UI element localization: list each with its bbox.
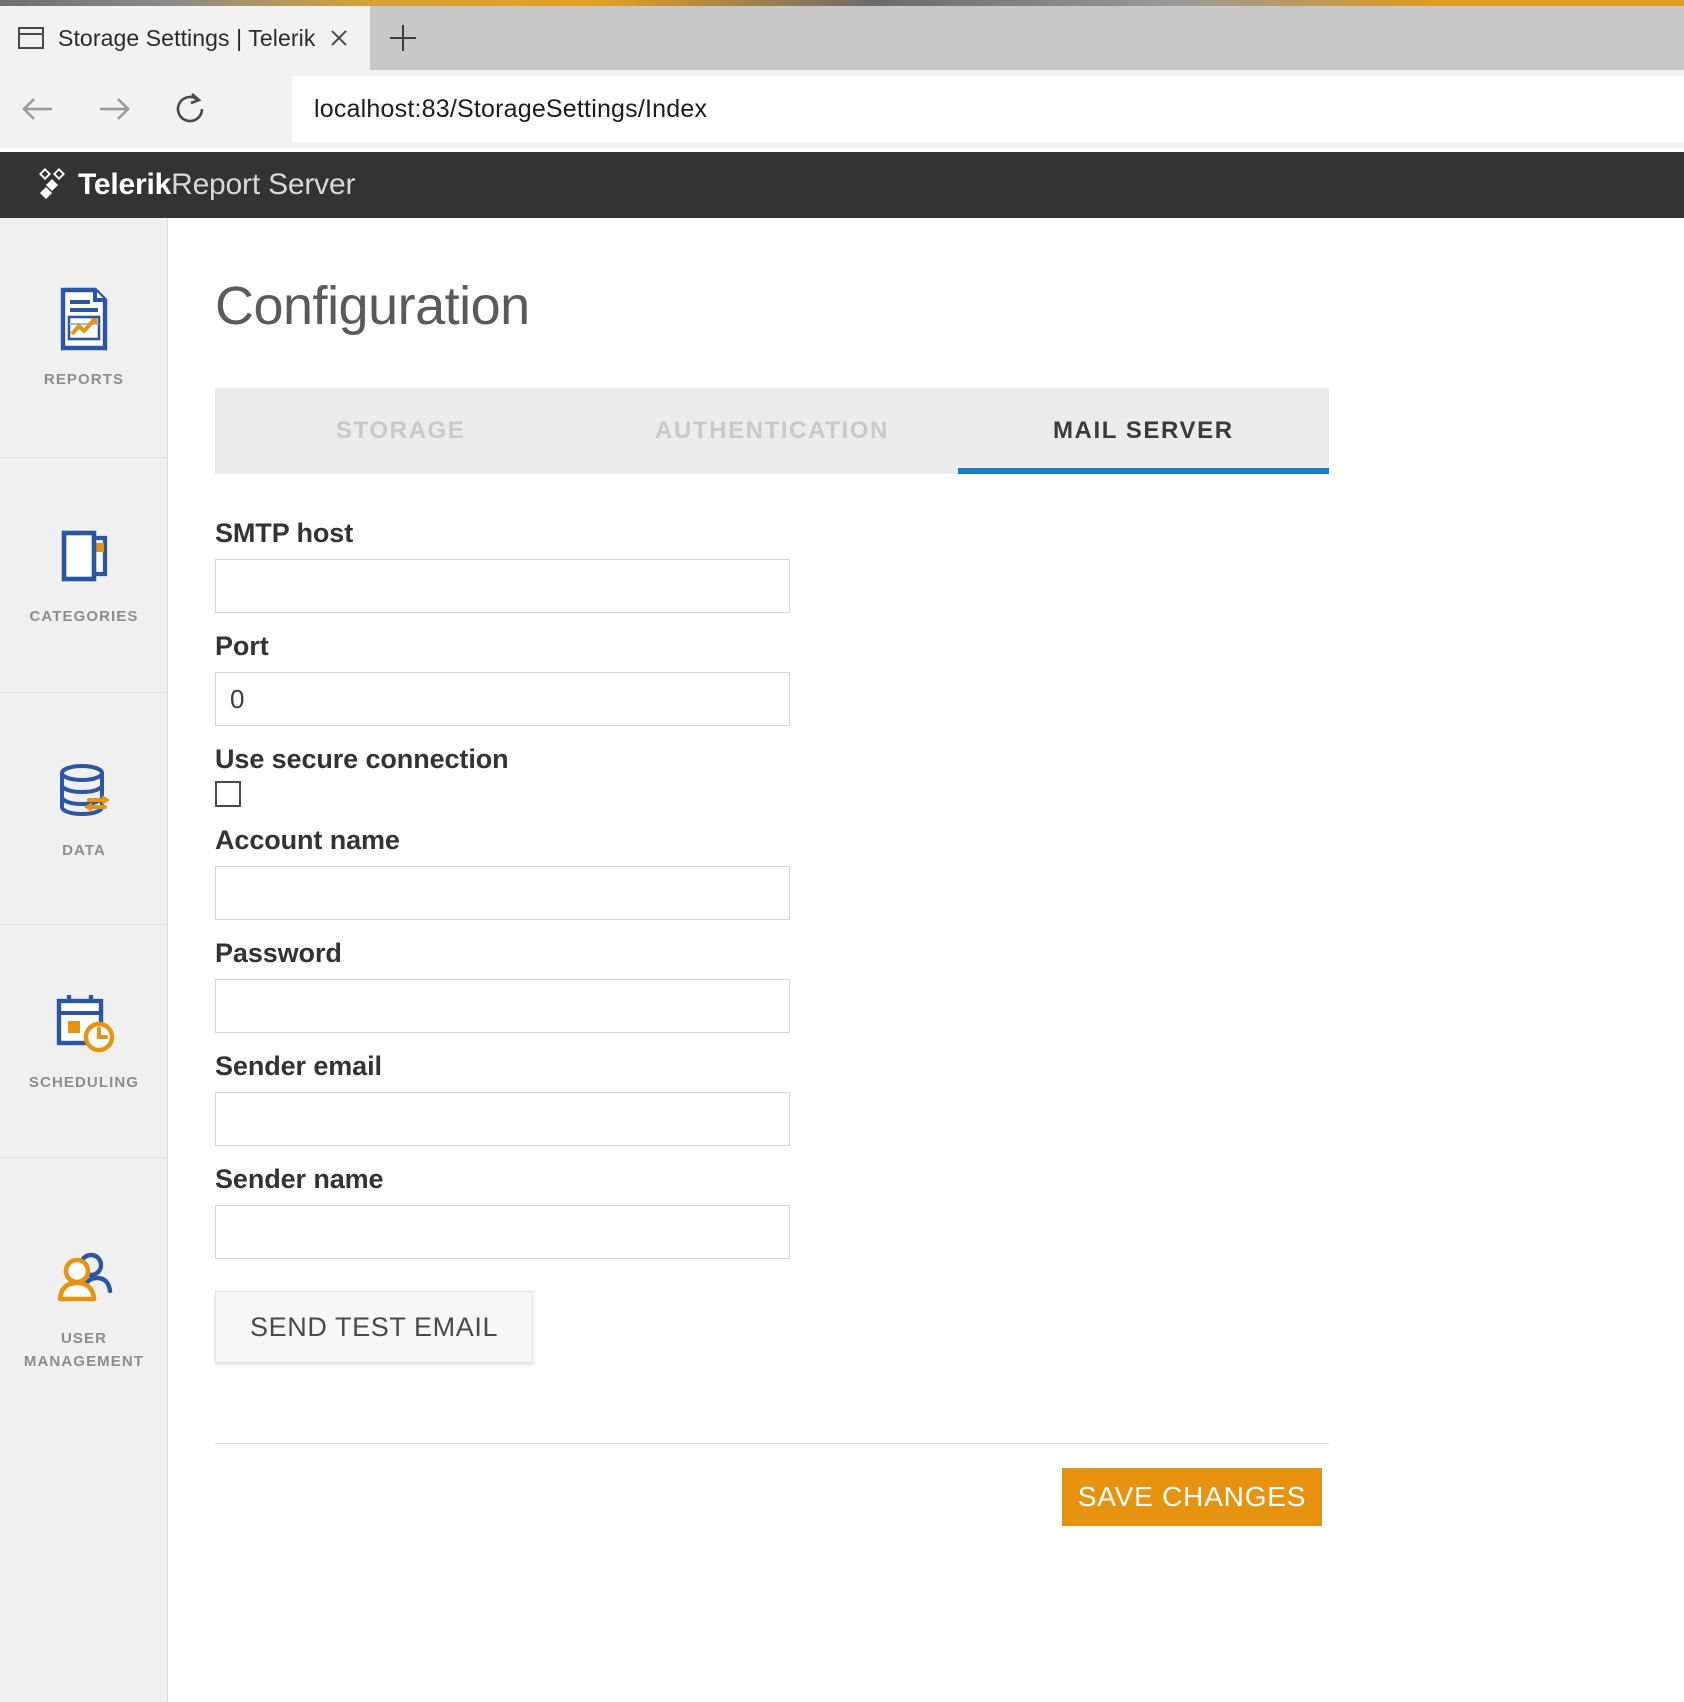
sidebar: REPORTS CATEGORIES DATA SCHEDULING USER …	[0, 218, 168, 1702]
password-input[interactable]	[215, 979, 790, 1033]
tab-mail-server[interactable]: MAIL SERVER	[957, 388, 1330, 474]
browser-tab-title: Storage Settings | Telerik	[58, 24, 316, 51]
sidebar-item-label: REPORTS	[43, 370, 125, 388]
telerik-logo-icon	[30, 166, 68, 204]
users-icon	[49, 1243, 119, 1313]
smtp-host-label: SMTP host	[215, 518, 354, 548]
sidebar-item-reports[interactable]: REPORTS	[0, 218, 168, 458]
browser-tab[interactable]: Storage Settings | Telerik	[0, 6, 370, 70]
sidebar-item-scheduling[interactable]: SCHEDULING	[0, 925, 168, 1158]
port-label: Port	[215, 631, 269, 661]
sender-email-label: Sender email	[215, 1051, 382, 1081]
configuration-tabs: STORAGE AUTHENTICATION MAIL SERVER	[215, 388, 1330, 474]
app-header: TelerikReport Server	[0, 152, 1684, 218]
form-divider	[215, 1443, 1329, 1444]
tab-label: AUTHENTICATION	[655, 417, 889, 444]
main-content: Configuration STORAGE AUTHENTICATION MAI…	[169, 218, 1684, 1702]
tab-authentication[interactable]: AUTHENTICATION	[586, 388, 957, 474]
account-name-label: Account name	[215, 825, 400, 855]
app-brand: TelerikReport Server	[78, 168, 355, 202]
tab-storage[interactable]: STORAGE	[215, 388, 586, 474]
sidebar-item-data[interactable]: DATA	[0, 693, 168, 925]
sidebar-item-label: USER MANAGEMENT	[23, 1329, 145, 1370]
database-sync-icon	[49, 755, 119, 825]
back-arrow-icon[interactable]	[0, 70, 76, 148]
browser-window: Storage Settings | Telerik localhost:83/…	[0, 0, 1684, 1702]
sidebar-item-user-management[interactable]: USER MANAGEMENT	[0, 1158, 168, 1458]
send-test-email-button[interactable]: SEND TEST EMAIL	[215, 1291, 534, 1363]
sidebar-item-categories[interactable]: CATEGORIES	[0, 458, 168, 693]
page-title: Configuration	[215, 276, 530, 336]
report-document-icon	[49, 284, 119, 354]
mail-server-form: SMTP host Port Use secure connection Acc…	[215, 518, 1329, 1363]
tab-label: STORAGE	[335, 417, 466, 444]
address-bar[interactable]: localhost:83/StorageSettings/Index	[292, 76, 1684, 142]
brand-light-text: Report Server	[171, 168, 356, 201]
tab-label: MAIL SERVER	[1052, 417, 1234, 444]
sidebar-item-label: SCHEDULING	[28, 1074, 140, 1092]
new-tab-button[interactable]	[372, 6, 434, 70]
close-icon[interactable]	[322, 21, 356, 55]
reload-icon[interactable]	[152, 70, 228, 148]
forward-arrow-icon[interactable]	[76, 70, 152, 148]
account-name-input[interactable]	[215, 866, 790, 920]
window-icon	[18, 26, 44, 50]
calendar-clock-icon	[49, 987, 119, 1057]
use-secure-connection-checkbox[interactable]	[215, 781, 241, 807]
use-secure-connection-label: Use secure connection	[215, 744, 509, 774]
url-text: localhost:83/StorageSettings/Index	[314, 94, 708, 123]
sidebar-item-label: DATA	[62, 841, 106, 859]
save-changes-button[interactable]: SAVE CHANGES	[1062, 1468, 1322, 1526]
sender-email-input[interactable]	[215, 1092, 790, 1146]
browser-tabstrip: Storage Settings | Telerik	[0, 6, 1684, 70]
brand-bold-text: Telerik	[78, 168, 172, 201]
port-input[interactable]	[215, 672, 790, 726]
sender-name-label: Sender name	[215, 1164, 384, 1194]
smtp-host-input[interactable]	[215, 559, 790, 613]
categories-folder-icon	[49, 521, 119, 591]
sidebar-item-label: CATEGORIES	[29, 608, 139, 626]
password-label: Password	[215, 938, 342, 968]
sender-name-input[interactable]	[215, 1205, 790, 1259]
